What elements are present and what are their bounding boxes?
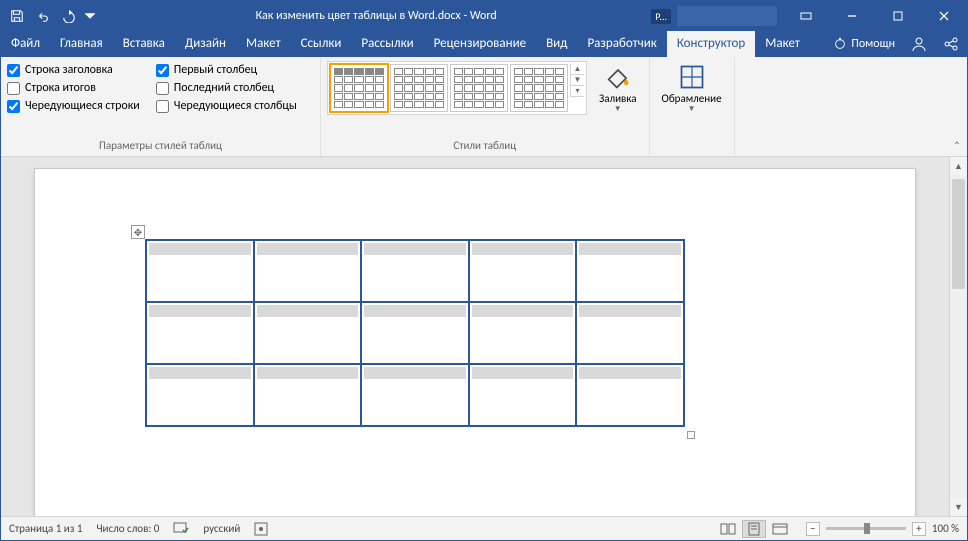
status-word-count[interactable]: Число слов: 0 xyxy=(96,522,159,535)
tell-me-button[interactable]: Помощн xyxy=(825,31,903,57)
check-last-column[interactable]: Последний столбец xyxy=(156,81,297,95)
share-icon[interactable] xyxy=(935,31,967,57)
status-page[interactable]: Страница 1 из 1 xyxy=(9,522,82,535)
ribbon-tabs: Файл Главная Вставка Дизайн Макет Ссылки… xyxy=(1,31,967,57)
window-title: Как изменить цвет таблицы в Word.docx - … xyxy=(101,9,651,23)
gallery-down-icon[interactable]: ▼ xyxy=(571,75,584,86)
borders-icon xyxy=(678,63,706,91)
scroll-track[interactable] xyxy=(950,175,967,498)
zoom-in-button[interactable]: + xyxy=(912,522,926,536)
group-table-styles: ▲ ▼ ▾ Заливка▼ Стили таблиц xyxy=(321,57,650,156)
scroll-up-icon[interactable]: ▲ xyxy=(950,157,967,175)
view-web-layout[interactable] xyxy=(768,520,792,538)
style-thumb-4[interactable] xyxy=(510,64,568,112)
tell-me-label: Помощн xyxy=(851,37,895,51)
view-buttons xyxy=(716,520,792,538)
gallery-more-icon[interactable]: ▾ xyxy=(571,86,584,97)
maximize-button[interactable] xyxy=(875,1,921,31)
group-table-style-options: Строка заголовка Строка итогов Чередующи… xyxy=(1,57,321,156)
shading-button[interactable]: Заливка▼ xyxy=(593,61,643,133)
account-icon[interactable] xyxy=(903,31,935,57)
status-spellcheck-icon[interactable] xyxy=(173,522,189,536)
title-bar: Как изменить цвет таблицы в Word.docx - … xyxy=(1,1,967,31)
redo-button[interactable] xyxy=(57,3,81,29)
status-bar: Страница 1 из 1 Число слов: 0 русский − … xyxy=(1,516,967,540)
check-first-column[interactable]: Первый столбец xyxy=(156,63,297,77)
tab-design[interactable]: Дизайн xyxy=(175,31,236,57)
style-thumb-3[interactable] xyxy=(450,64,508,112)
status-language[interactable]: русский xyxy=(203,522,240,535)
tab-layout[interactable]: Макет xyxy=(236,31,291,57)
zoom-slider[interactable] xyxy=(826,527,906,530)
account-placeholder xyxy=(677,6,777,26)
zoom-out-button[interactable]: − xyxy=(806,522,820,536)
gallery-scroll: ▲ ▼ ▾ xyxy=(570,64,584,97)
style-thumb-2[interactable] xyxy=(390,64,448,112)
contextual-tab-header: Р... xyxy=(651,9,671,24)
close-button[interactable] xyxy=(921,1,967,31)
table-move-handle[interactable]: ✥ xyxy=(131,225,145,239)
save-button[interactable] xyxy=(5,3,29,29)
zoom-level[interactable]: 100 % xyxy=(932,522,959,535)
page[interactable]: ✥ xyxy=(35,169,915,516)
tab-review[interactable]: Рецензирование xyxy=(424,31,536,57)
check-banded-columns[interactable]: Чередующиеся столбцы xyxy=(156,99,297,113)
tab-home[interactable]: Главная xyxy=(50,31,113,57)
tab-references[interactable]: Ссылки xyxy=(291,31,352,57)
scroll-down-icon[interactable]: ▼ xyxy=(950,498,967,516)
tab-table-layout[interactable]: Макет xyxy=(755,31,810,57)
check-banded-rows[interactable]: Чередующиеся строки xyxy=(7,99,140,113)
tab-developer[interactable]: Разработчик xyxy=(577,31,666,57)
tab-table-design[interactable]: Конструктор xyxy=(667,31,755,57)
minimize-button[interactable] xyxy=(829,1,875,31)
scroll-thumb[interactable] xyxy=(952,179,965,289)
chevron-down-icon: ▼ xyxy=(688,105,696,114)
view-read-mode[interactable] xyxy=(716,520,740,538)
zoom-slider-thumb[interactable] xyxy=(864,523,870,534)
group-borders: Обрамление▼ xyxy=(650,57,735,156)
tab-insert[interactable]: Вставка xyxy=(113,31,175,57)
bucket-icon xyxy=(604,63,632,91)
check-total-row[interactable]: Строка итогов xyxy=(7,81,140,95)
document-area: ✥ ▲ ▼ xyxy=(1,157,967,516)
ribbon: Строка заголовка Строка итогов Чередующи… xyxy=(1,57,967,157)
collapse-ribbon-icon[interactable]: ⌃ xyxy=(953,139,961,152)
table-resize-handle[interactable] xyxy=(687,431,695,439)
view-print-layout[interactable] xyxy=(742,520,766,538)
group-label-style-options: Параметры стилей таблиц xyxy=(7,137,314,156)
undo-button[interactable] xyxy=(31,3,55,29)
quick-access-toolbar xyxy=(1,3,101,29)
table-styles-gallery[interactable]: ▲ ▼ ▾ xyxy=(327,61,587,115)
tab-mailings[interactable]: Рассылки xyxy=(351,31,423,57)
status-macro-icon[interactable] xyxy=(254,522,268,536)
zoom-control: − + 100 % xyxy=(806,522,959,536)
gallery-up-icon[interactable]: ▲ xyxy=(571,64,584,75)
check-header-row[interactable]: Строка заголовка xyxy=(7,63,140,77)
style-thumb-1[interactable] xyxy=(330,64,388,112)
group-label-table-styles: Стили таблиц xyxy=(327,137,643,156)
borders-button[interactable]: Обрамление▼ xyxy=(656,61,728,133)
ribbon-display-button[interactable] xyxy=(783,1,829,31)
chevron-down-icon: ▼ xyxy=(614,105,622,114)
tab-file[interactable]: Файл xyxy=(1,31,50,57)
vertical-scrollbar[interactable]: ▲ ▼ xyxy=(949,157,967,516)
tab-view[interactable]: Вид xyxy=(536,31,577,57)
qat-customize-button[interactable] xyxy=(83,3,97,29)
document-table[interactable] xyxy=(145,239,685,427)
